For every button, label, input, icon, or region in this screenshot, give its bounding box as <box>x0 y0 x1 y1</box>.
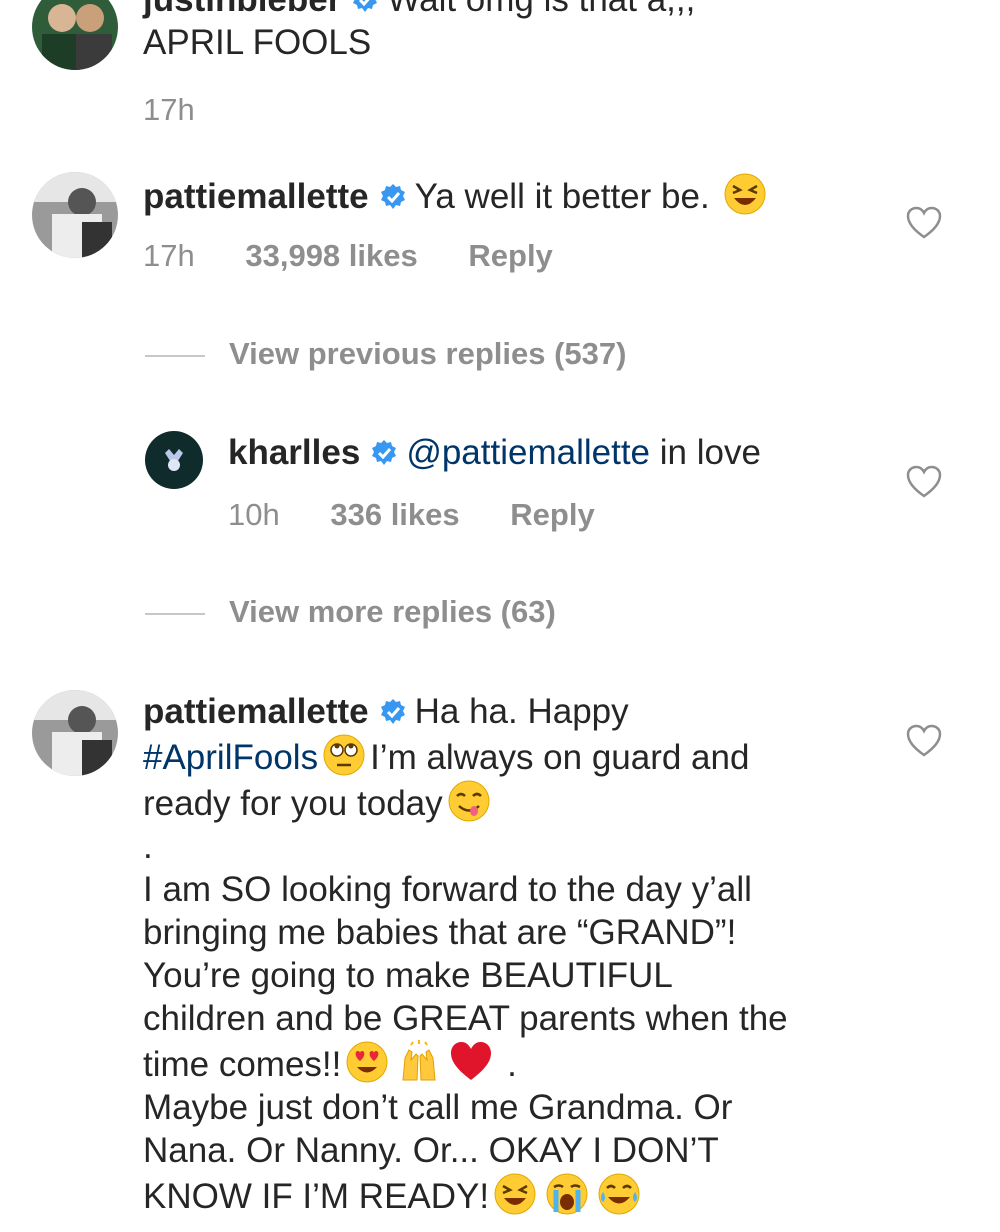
crying-emoji-icon <box>546 1173 588 1215</box>
comment-text: I’m always on guard and <box>370 738 750 777</box>
comment-text: Nana. Or Nanny. Or... OKAY I DON’T <box>143 1131 719 1170</box>
heart-icon[interactable] <box>906 724 942 758</box>
laughing-emoji-icon <box>724 173 766 215</box>
verified-badge-icon <box>372 440 397 465</box>
yum-emoji-icon <box>448 780 490 822</box>
comment-text: I am SO looking forward to the day y’all <box>143 870 752 909</box>
verified-badge-icon <box>353 0 378 12</box>
comment-text: Ya well it better be. <box>414 177 710 216</box>
heart-eyes-emoji-icon <box>346 1041 388 1083</box>
comment-text: ready for you today <box>143 784 443 823</box>
comment-text: KNOW IF I’M READY! <box>143 1177 490 1216</box>
comment-text: Maybe just don’t call me Grandma. Or <box>143 1088 733 1127</box>
comment-text-line2: APRIL FOOLS <box>143 23 372 62</box>
red-heart-emoji-icon <box>451 1042 492 1080</box>
eye-roll-emoji-icon <box>323 734 365 776</box>
hashtag-link[interactable]: #AprilFools <box>143 738 318 777</box>
reply-time: 10h <box>228 497 280 532</box>
heart-icon[interactable] <box>906 465 942 499</box>
comment-text: Ha ha. Happy <box>414 692 629 731</box>
divider-line <box>145 612 205 615</box>
view-more-replies[interactable]: View more replies (63) <box>145 594 556 630</box>
tears-of-joy-emoji-icon <box>598 1173 640 1215</box>
view-previous-replies[interactable]: View previous replies (537) <box>145 336 626 372</box>
avatar-kharlles[interactable] <box>145 431 203 489</box>
comment-text: bringing me babies that are “GRAND”! <box>143 913 737 952</box>
laughing-emoji-icon <box>494 1173 536 1215</box>
raised-hands-emoji-icon <box>402 1040 436 1081</box>
mention-link[interactable]: @pattiemallette <box>406 433 650 472</box>
avatar-justinbieber[interactable] <box>32 0 118 70</box>
likes-count[interactable]: 336 likes <box>330 497 459 532</box>
reply-button[interactable]: Reply <box>468 238 552 273</box>
comment-text: time comes!! <box>143 1045 342 1084</box>
avatar-pattiemallette[interactable] <box>32 172 118 258</box>
comment-text: . <box>507 1045 517 1084</box>
likes-count[interactable]: 33,998 likes <box>245 238 417 273</box>
reply-username[interactable]: kharlles <box>228 433 360 472</box>
comment-username[interactable]: pattiemallette <box>143 177 369 216</box>
avatar-pattiemallette[interactable] <box>32 690 118 776</box>
comment-text: children and be GREAT parents when the <box>143 999 788 1038</box>
verified-badge-icon <box>380 699 405 724</box>
comment-text: Wait omg is that a,,, <box>387 0 695 19</box>
verified-badge-icon <box>380 184 405 209</box>
reply-text: in love <box>659 433 761 472</box>
comment-text: You’re going to make BEAUTIFUL <box>143 956 673 995</box>
reply-button[interactable]: Reply <box>510 497 594 532</box>
divider-line <box>145 354 205 357</box>
heart-icon[interactable] <box>906 206 942 240</box>
comment-username[interactable]: justinbieber <box>143 0 341 19</box>
comment-text: . <box>143 827 153 866</box>
comment-time: 17h <box>143 92 195 127</box>
comment-username[interactable]: pattiemallette <box>143 692 369 731</box>
comment-time: 17h <box>143 238 195 273</box>
